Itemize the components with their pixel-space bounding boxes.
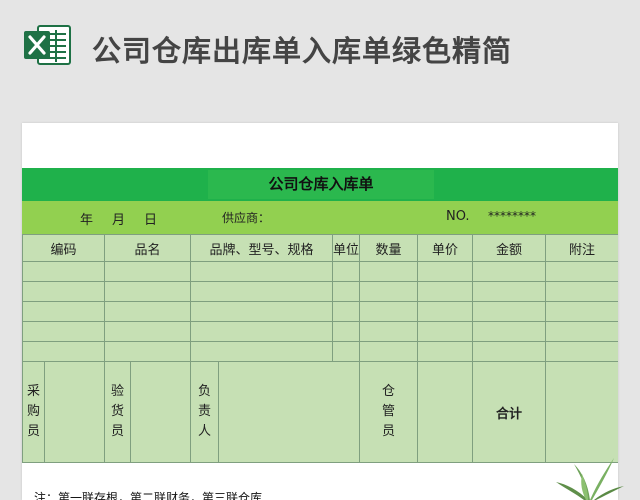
form-title: 公司仓库入库单	[268, 175, 374, 193]
goods-table: 编码 品名 品牌、型号、规格 单位 数量 单价 金额 附注 采购员 验货员 负责…	[22, 234, 618, 500]
table-cell[interactable]	[332, 261, 361, 282]
table-cell[interactable]	[332, 281, 361, 302]
table-cell[interactable]	[104, 321, 192, 342]
table-cell[interactable]	[22, 341, 106, 362]
table-cell[interactable]	[359, 281, 419, 302]
table-cell[interactable]	[22, 281, 106, 302]
col-header-unit-price: 单价	[417, 234, 474, 262]
manager-label: 负责人	[198, 384, 212, 439]
table-cell[interactable]	[104, 341, 192, 362]
table-row	[22, 281, 618, 302]
table-cell[interactable]	[359, 321, 419, 342]
title-band: 公司仓库入库单	[22, 168, 618, 201]
meta-row: 年 月 日 供应商： NO. ********	[22, 201, 618, 234]
col-header-quantity: 数量	[359, 234, 419, 262]
table-cell[interactable]	[417, 281, 474, 302]
page-header: 公司仓库出库单入库单绿色精简	[0, 0, 640, 100]
table-cell[interactable]	[545, 301, 618, 322]
table-cell[interactable]	[545, 321, 618, 342]
table-cell[interactable]	[417, 341, 474, 362]
inspector-label-cell: 验货员	[104, 361, 132, 463]
table-cell[interactable]	[359, 341, 419, 362]
table-cell[interactable]	[190, 301, 334, 322]
table-cell[interactable]	[545, 261, 618, 282]
table-cell[interactable]	[472, 321, 547, 342]
inspector-label: 验货员	[111, 384, 125, 439]
total-value-cell[interactable]	[545, 361, 618, 463]
warehouse-keeper-label: 仓管员	[382, 384, 396, 439]
signature-row: 采购员 验货员 负责人 仓管员 合计	[22, 361, 618, 463]
spreadsheet-sheet: 公司仓库入库单 年 月 日 供应商： NO. ******** 编码 品名 品牌…	[22, 123, 618, 500]
table-cell[interactable]	[472, 281, 547, 302]
table-cell[interactable]	[104, 301, 192, 322]
plant-decoration	[556, 458, 624, 500]
table-cell[interactable]	[545, 281, 618, 302]
table-cell[interactable]	[545, 341, 618, 362]
table-cell[interactable]	[104, 261, 192, 282]
warehouse-keeper-signature-cell[interactable]	[417, 361, 474, 463]
manager-label-cell: 负责人	[190, 361, 220, 463]
excel-icon	[24, 25, 71, 65]
table-cell[interactable]	[332, 341, 361, 362]
purchaser-label-cell: 采购员	[22, 361, 45, 463]
warehouse-keeper-label-cell: 仓管员	[359, 361, 419, 463]
table-cell[interactable]	[472, 261, 547, 282]
no-label: NO.	[446, 209, 470, 224]
table-cell[interactable]	[104, 281, 192, 302]
purchaser-label: 采购员	[26, 384, 40, 439]
col-header-code: 编码	[22, 234, 106, 262]
table-cell[interactable]	[332, 301, 361, 322]
table-cell[interactable]	[22, 261, 106, 282]
table-cell[interactable]	[190, 341, 334, 362]
table-cell[interactable]	[417, 301, 474, 322]
page-title: 公司仓库出库单入库单绿色精简	[92, 34, 513, 68]
date-month-label: 月	[112, 213, 126, 228]
no-value: ********	[488, 209, 536, 223]
date-day-label: 日	[144, 213, 158, 228]
col-header-unit: 单位	[332, 234, 361, 262]
table-row	[22, 301, 618, 322]
footer-note: 注：第一联存根，第二联财务，第三联仓库	[34, 491, 263, 500]
table-cell[interactable]	[359, 301, 419, 322]
col-header-spec: 品牌、型号、规格	[190, 234, 334, 262]
col-header-name: 品名	[104, 234, 192, 262]
table-row	[22, 341, 618, 362]
table-row	[22, 321, 618, 342]
table-cell[interactable]	[417, 321, 474, 342]
manager-signature-cell[interactable]	[218, 361, 361, 463]
title-cell[interactable]: 公司仓库入库单	[208, 170, 434, 199]
col-header-amount: 金额	[472, 234, 547, 262]
table-cell[interactable]	[22, 321, 106, 342]
purchaser-signature-cell[interactable]	[43, 361, 106, 463]
table-cell[interactable]	[472, 301, 547, 322]
table-cell[interactable]	[22, 301, 106, 322]
inspector-signature-cell[interactable]	[130, 361, 192, 463]
table-cell[interactable]	[472, 341, 547, 362]
table-cell[interactable]	[417, 261, 474, 282]
table-row	[22, 261, 618, 282]
date-year-label: 年	[80, 213, 94, 228]
table-header-row: 编码 品名 品牌、型号、规格 单位 数量 单价 金额 附注	[22, 234, 618, 262]
total-label: 合计	[472, 361, 547, 463]
table-cell[interactable]	[332, 321, 361, 342]
table-cell[interactable]	[359, 261, 419, 282]
col-header-remarks: 附注	[545, 234, 618, 262]
table-cell[interactable]	[190, 321, 334, 342]
supplier-label: 供应商：	[222, 211, 271, 225]
table-cell[interactable]	[190, 261, 334, 282]
table-cell[interactable]	[190, 281, 334, 302]
